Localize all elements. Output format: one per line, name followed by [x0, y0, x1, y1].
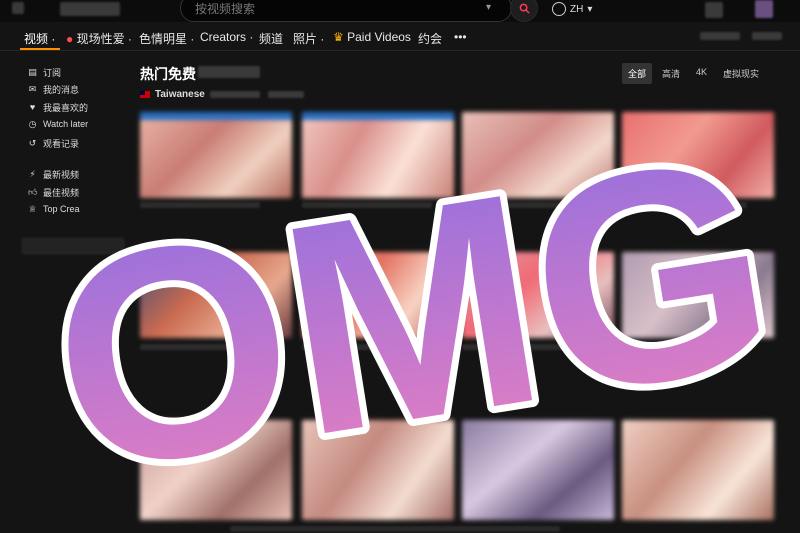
- filter-all[interactable]: 全部: [622, 63, 653, 84]
- video-thumbnail[interactable]: [462, 112, 614, 198]
- sidebar-item-best[interactable]: 👍︎ 最佳视频: [28, 186, 79, 199]
- video-thumbnail[interactable]: [140, 252, 292, 338]
- sidebar-item-subscriptions[interactable]: ▤ 订阅: [28, 66, 61, 79]
- history-icon: ↺: [28, 138, 37, 148]
- thumb-badge: [302, 112, 454, 120]
- filter-hd[interactable]: 高清: [656, 63, 686, 84]
- nav-paid-videos[interactable]: ♛ Paid Videos: [333, 30, 411, 44]
- video-title[interactable]: [462, 344, 582, 350]
- messages-icon: ✉: [28, 84, 37, 94]
- video-thumbnail[interactable]: [622, 420, 774, 520]
- video-thumbnail[interactable]: [622, 252, 774, 338]
- nav-live-sex[interactable]: ● 现场性爱 ·: [66, 30, 132, 47]
- search-icon: [519, 3, 530, 14]
- nav-photos[interactable]: 照片 ·: [293, 30, 324, 47]
- language-selector[interactable]: ZH ▾: [552, 2, 592, 16]
- search-input[interactable]: [193, 0, 467, 19]
- video-thumbnail[interactable]: [462, 420, 614, 520]
- subtitle-text: Taiwanese: [155, 89, 205, 100]
- nav-live-sex-label: 现场性爱 ·: [76, 32, 132, 46]
- sidebar-item-label: Top Crea: [43, 204, 80, 214]
- video-title[interactable]: [462, 202, 572, 208]
- subscriptions-icon: ▤: [28, 67, 37, 77]
- globe-icon: [552, 2, 566, 16]
- nav-videos[interactable]: 视频 ·: [24, 30, 55, 47]
- video-title[interactable]: [140, 202, 260, 208]
- search-bar: [180, 0, 512, 22]
- section-title-blurred: [198, 66, 260, 78]
- nav-channels[interactable]: 频道: [259, 30, 283, 47]
- video-title[interactable]: [622, 344, 722, 350]
- live-dot-icon: ●: [66, 32, 74, 46]
- nav-right-blurred: [700, 32, 740, 40]
- logo[interactable]: [60, 2, 120, 16]
- thumbs-up-icon: 👍︎: [28, 187, 38, 197]
- sidebar-item-label: Watch later: [43, 119, 89, 129]
- sidebar-item-label: 观看记录: [43, 139, 80, 149]
- clock-icon: ◷: [28, 118, 37, 129]
- nav-right-blurred-2: [752, 32, 782, 40]
- video-title[interactable]: [302, 344, 430, 350]
- video-thumbnail[interactable]: [302, 420, 454, 520]
- filter-4k[interactable]: 4K: [690, 63, 713, 84]
- video-thumbnail[interactable]: [302, 252, 454, 338]
- nav-divider: [0, 50, 800, 51]
- nav-paid-videos-label: Paid Videos: [347, 30, 411, 44]
- nav-more[interactable]: •••: [454, 30, 467, 44]
- subtitle-blurred: [210, 91, 260, 98]
- sidebar-item-messages[interactable]: ✉ 我的消息: [28, 83, 79, 96]
- video-thumbnail[interactable]: [302, 112, 454, 198]
- language-label: ZH: [570, 3, 584, 15]
- trophy-icon: ♕: [28, 203, 37, 214]
- video-title[interactable]: [622, 202, 747, 208]
- voice-search-icon[interactable]: ▾: [486, 2, 491, 13]
- sidebar-item-top-creators[interactable]: ♕ Top Crea: [28, 203, 80, 214]
- video-thumbnail[interactable]: [462, 252, 614, 338]
- section-subtitle: Taiwanese: [140, 89, 205, 100]
- sidebar-item-label: 最佳视频: [43, 188, 80, 198]
- footer-text-blurred: [230, 526, 560, 532]
- upload-icon[interactable]: [755, 0, 773, 18]
- filter-vr[interactable]: 虚拟现实: [717, 63, 765, 84]
- sidebar-item-label: 最新视频: [43, 170, 80, 180]
- nav-pornstars[interactable]: 色情明星 ·: [139, 30, 194, 47]
- filter-bar: 全部 高清 4K 虚拟现实: [622, 63, 765, 84]
- crown-icon: ♛: [333, 30, 344, 44]
- hamburger-icon[interactable]: [12, 2, 24, 14]
- sidebar-item-favorites[interactable]: ♥ 我最喜欢的: [28, 101, 88, 114]
- video-thumbnail[interactable]: [140, 112, 292, 198]
- sidebar-item-history[interactable]: ↺ 观看记录: [28, 137, 79, 150]
- video-thumbnail[interactable]: [140, 420, 292, 520]
- nav-creators[interactable]: Creators ·: [200, 30, 253, 44]
- video-title[interactable]: [140, 344, 255, 350]
- chevron-down-icon: ▾: [587, 3, 593, 15]
- sidebar-item-watch-later[interactable]: ◷ Watch later: [28, 118, 89, 129]
- sidebar-item-label: 订阅: [43, 68, 62, 78]
- thumb-badge: [140, 112, 292, 120]
- section-title-text: 热门免费: [140, 66, 196, 82]
- video-thumbnail[interactable]: [622, 112, 774, 198]
- flag-icon: [140, 91, 150, 98]
- sidebar-item-label: 我的消息: [43, 85, 80, 95]
- video-title[interactable]: [302, 202, 432, 208]
- subtitle-blurred-2: [268, 91, 304, 98]
- sidebar-search[interactable]: [22, 238, 124, 254]
- lightning-icon: ⚡: [29, 169, 36, 179]
- user-avatar[interactable]: [705, 2, 723, 18]
- heart-icon: ♥: [29, 102, 36, 112]
- sidebar-item-label: 我最喜欢的: [43, 103, 89, 113]
- section-title: 热门免费: [140, 64, 196, 84]
- nav-dating[interactable]: 约会: [418, 30, 442, 47]
- main-nav: 视频 · ● 现场性爱 · 色情明星 · Creators · 频道 照片 · …: [0, 26, 800, 50]
- sidebar-item-newest[interactable]: ⚡ 最新视频: [28, 168, 79, 181]
